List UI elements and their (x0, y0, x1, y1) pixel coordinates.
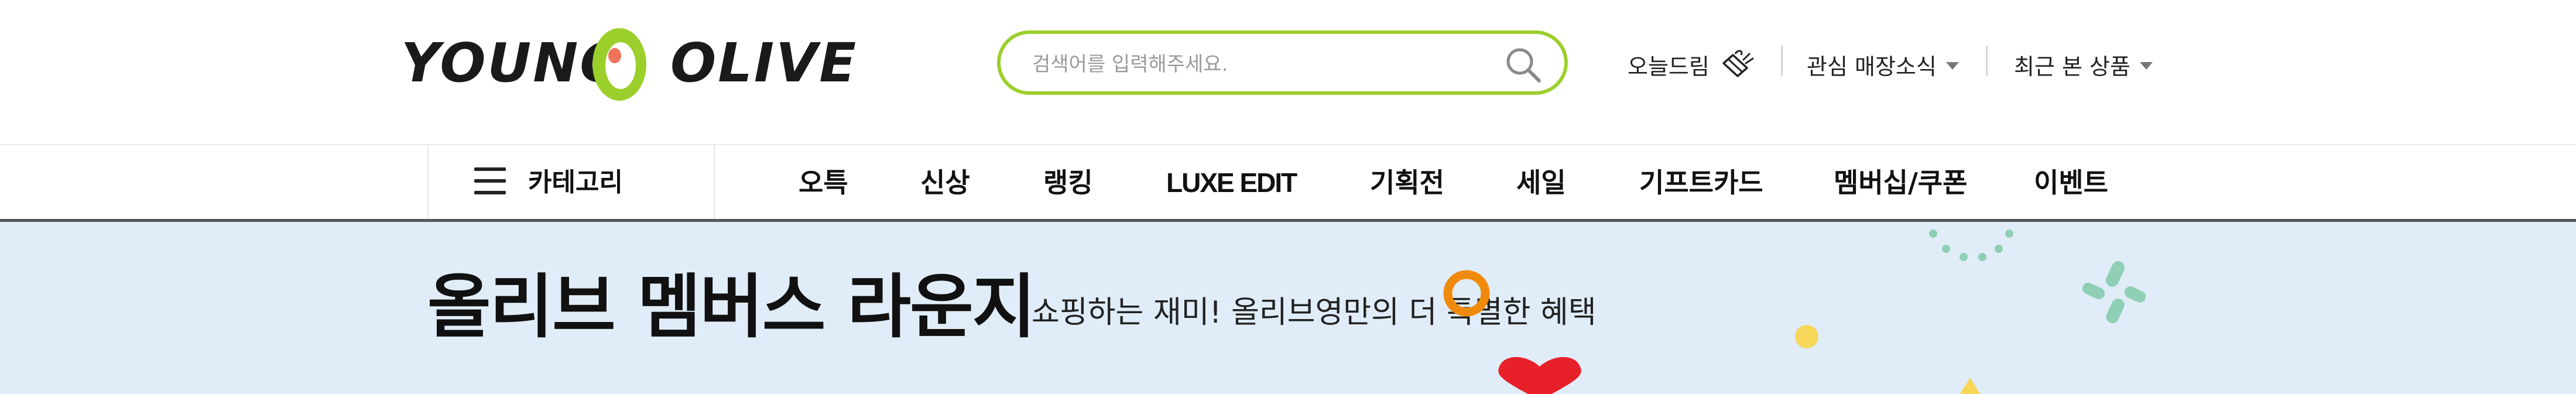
caret-down-icon (2139, 61, 2153, 70)
olive-o-icon (592, 28, 646, 101)
nav-item-exhibition[interactable]: 기획전 (1370, 166, 1444, 199)
main-nav: 카테고리 오특 신상 랭킹 LUXE EDIT 기획전 세일 기프트카드 멤버십… (0, 144, 2576, 221)
nav-item-otuk[interactable]: 오특 (799, 166, 848, 199)
yellow-dot-decoration (1795, 325, 1818, 348)
members-lounge-banner: 올리브 멤버스 라운지 쇼핑하는 재미! 올리브영만의 더 특별한 혜택 (0, 222, 2576, 394)
caret-down-icon (1945, 61, 1959, 70)
util-divider (1986, 46, 1988, 76)
nav-item-membership-coupon[interactable]: 멤버십/쿠폰 (1834, 166, 1967, 199)
today-dream-link[interactable]: 오늘드림 (1628, 47, 1755, 82)
young-olive-logo[interactable]: YOUNG OLIVE (401, 23, 856, 105)
nav-item-ranking[interactable]: 랭킹 (1043, 166, 1093, 199)
search-icon[interactable] (1503, 44, 1544, 85)
recent-products-dropdown[interactable]: 최근 본 상품 (2014, 47, 2153, 82)
banner-title: 올리브 멤버스 라운지 (427, 266, 1036, 347)
favorite-store-news-dropdown[interactable]: 관심 매장소식 (1807, 47, 1959, 82)
yellow-triangle-decoration (1960, 378, 1981, 394)
today-dream-label: 오늘드림 (1628, 53, 1710, 80)
util-divider (1781, 46, 1783, 76)
nav-item-luxe-edit[interactable]: LUXE EDIT (1166, 166, 1297, 199)
search-box (997, 30, 1568, 95)
category-label: 카테고리 (528, 167, 623, 197)
nav-item-new[interactable]: 신상 (920, 166, 970, 199)
favorite-store-news-label: 관심 매장소식 (1807, 53, 1937, 80)
hamburger-menu-icon (474, 167, 507, 197)
nav-item-event[interactable]: 이벤트 (2034, 166, 2108, 199)
category-button[interactable]: 카테고리 (427, 145, 715, 220)
orange-ring-decoration (1443, 270, 1490, 317)
dotted-arc-decoration (1929, 229, 2013, 261)
delivery-gift-icon (1722, 50, 1754, 77)
nav-item-sale[interactable]: 세일 (1516, 166, 1566, 199)
banner-subtitle: 쇼핑하는 재미! 올리브영만의 더 특별한 혜택 (1032, 295, 1597, 330)
header: YOUNG OLIVE 오늘드림 관심 매장소식 최근 본 상품 (0, 0, 2576, 144)
recent-products-label: 최근 본 상품 (2014, 53, 2130, 80)
nav-item-gift-card[interactable]: 기프트카드 (1639, 166, 1763, 199)
search-input[interactable] (1031, 49, 1478, 80)
heart-decoration (1498, 357, 1581, 394)
mint-sparkle-decoration (2082, 261, 2146, 323)
logo-word-olive: OLIVE (670, 32, 858, 94)
